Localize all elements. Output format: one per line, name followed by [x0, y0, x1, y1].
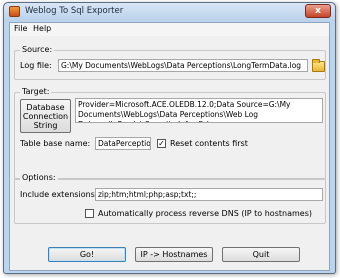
menu-bar: File Help [10, 23, 329, 36]
title-bar[interactable]: Weblog To Sql Exporter x [4, 3, 335, 21]
table-base-name-input[interactable]: DataPerception [95, 137, 151, 150]
reverse-dns-label: Automatically process reverse DNS (IP to… [98, 209, 312, 218]
options-group: Options: Include extensions: zip;htm;htm… [14, 173, 326, 224]
logfile-input[interactable]: G:\My Documents\WebLogs\Data Perceptions… [58, 59, 308, 72]
include-extensions-input[interactable]: zip;htm;html;php;asp;txt;; [95, 188, 323, 201]
reverse-dns-checkbox[interactable] [85, 209, 94, 218]
app-window: Weblog To Sql Exporter x File Help Sourc… [3, 2, 336, 274]
target-group: Target: Database Connection String Provi… [14, 87, 326, 180]
go-button[interactable]: Go! [48, 247, 126, 262]
ip-hostnames-button[interactable]: IP -> Hostnames [135, 247, 213, 262]
target-group-label: Target: [20, 87, 52, 96]
folder-open-icon[interactable] [312, 59, 325, 72]
connection-string-input[interactable]: Provider=Microsoft.ACE.OLEDB.12.0;Data S… [75, 98, 323, 123]
options-group-label: Options: [20, 173, 58, 182]
include-extensions-label: Include extensions: [20, 190, 98, 199]
quit-button[interactable]: Quit [222, 247, 300, 262]
source-group: Source: Log file: G:\My Documents\WebLog… [14, 45, 326, 80]
app-icon [9, 6, 20, 17]
reset-contents-label: Reset contents first [170, 139, 248, 148]
client-area: File Help Source: Log file: G:\My Docume… [9, 22, 330, 271]
reset-contents-checkbox[interactable]: ✓ [157, 139, 166, 148]
logfile-label: Log file: [20, 61, 52, 70]
database-connection-button[interactable]: Database Connection String [20, 99, 71, 133]
close-button[interactable]: x [305, 4, 331, 18]
menu-file[interactable]: File [14, 24, 27, 33]
source-group-label: Source: [20, 45, 55, 54]
menu-help[interactable]: Help [33, 24, 51, 33]
window-title: Weblog To Sql Exporter [25, 6, 124, 16]
table-base-name-label: Table base name: [20, 139, 91, 148]
